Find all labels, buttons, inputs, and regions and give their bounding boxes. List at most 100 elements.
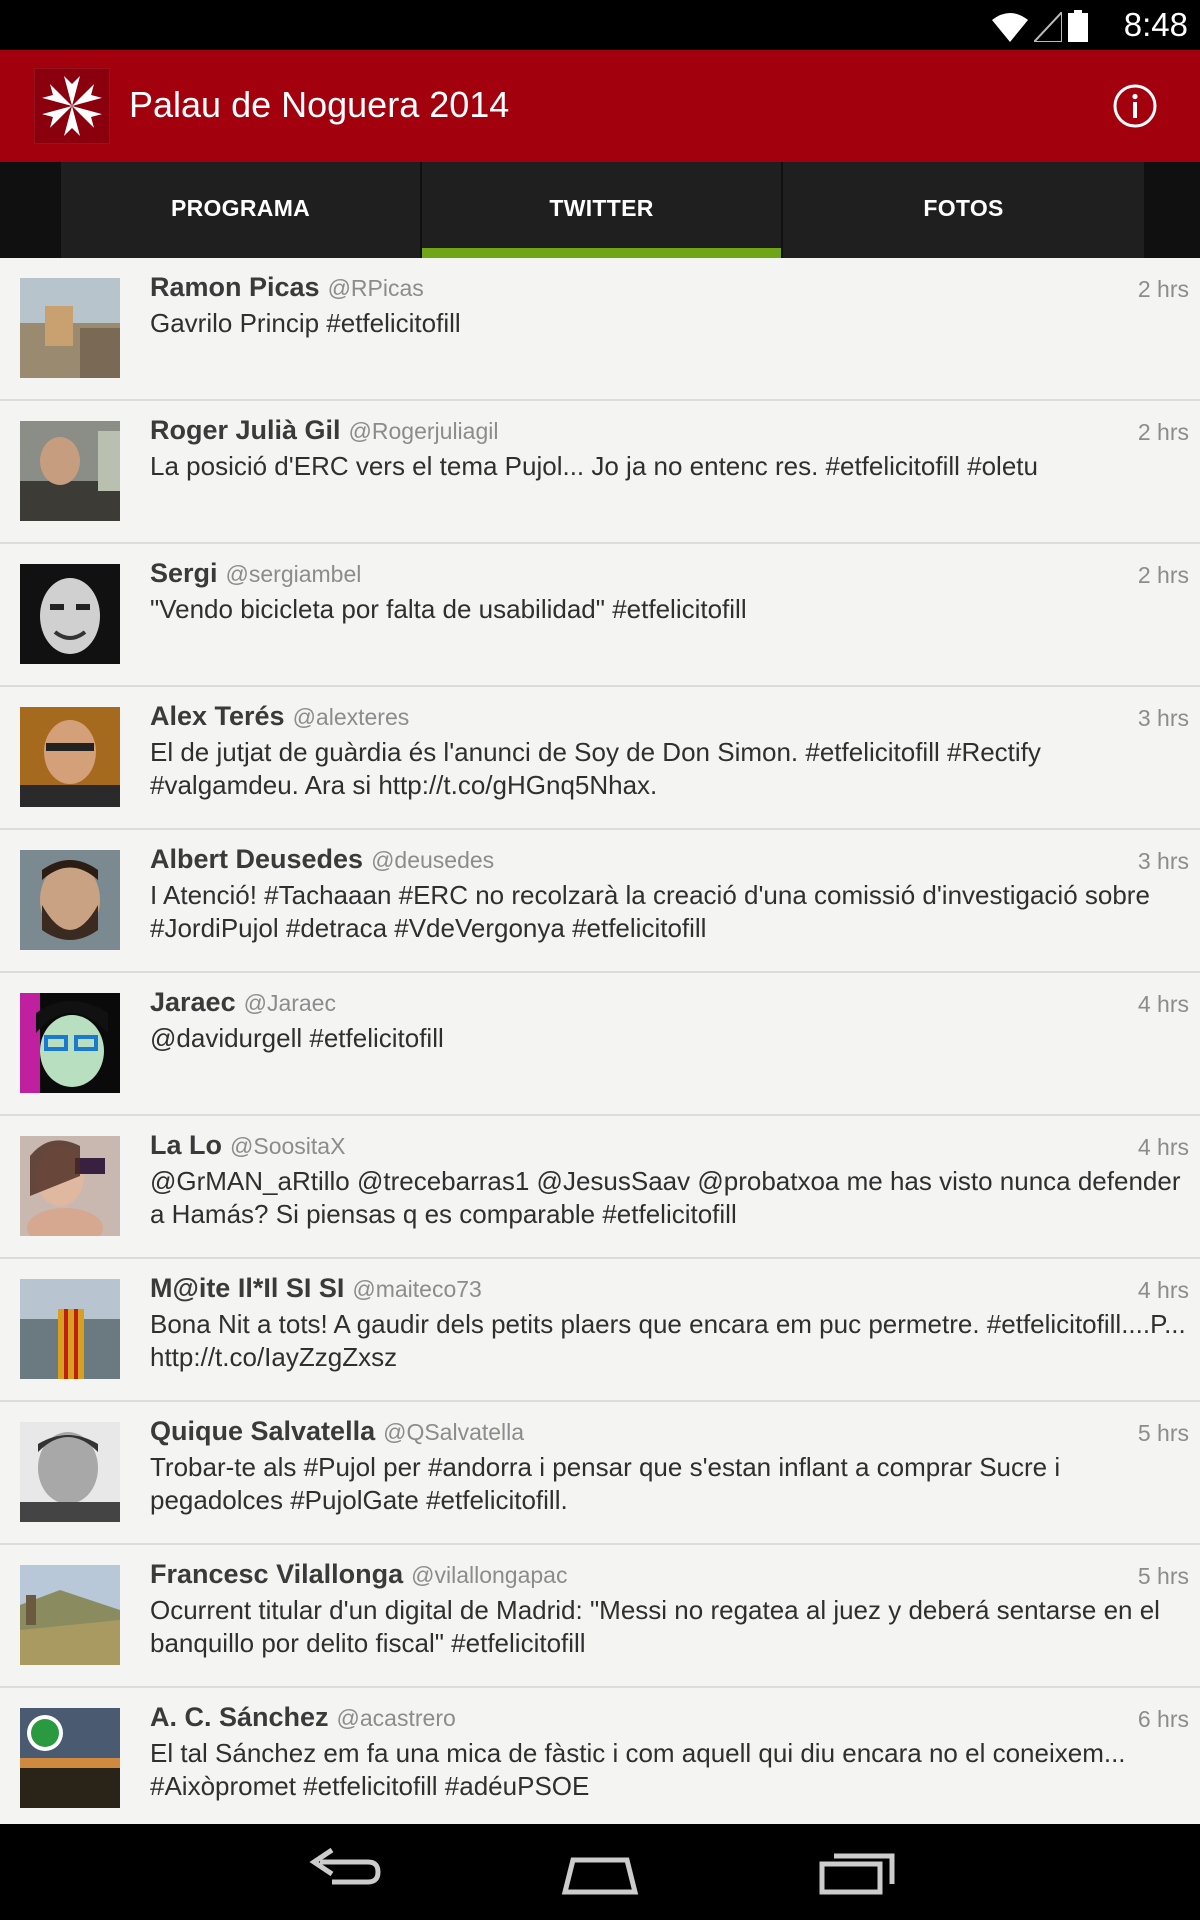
tweet-header: Francesc Vilallonga @vilallongapac [150, 1557, 567, 1596]
tweet-header: M@ite Il*Il SI SI @maiteco73 [150, 1271, 482, 1310]
tweet-time: 2 hrs [1137, 276, 1189, 302]
tweet-header: Sergi @sergiambel [150, 556, 361, 595]
tweet-time: 3 hrs [1137, 848, 1189, 874]
action-bar: Palau de Noguera 2014 [0, 50, 1200, 162]
tweet-time: 5 hrs [1137, 1420, 1189, 1446]
tweet-item[interactable]: Albert Deusedes @deusedes 3 hrs I Atenció… [0, 830, 1200, 973]
status-bar: 8:48 [0, 0, 1200, 50]
tweet-item[interactable]: Roger Julià Gil @Rogerjuliagil 2 hrs La p… [0, 401, 1200, 544]
tweet-header: La Lo @SoositaX [150, 1128, 345, 1167]
tweet-author-name[interactable]: La Lo [150, 1130, 222, 1160]
tweet-time: 4 hrs [1137, 1134, 1189, 1160]
tweet-time: 6 hrs [1137, 1706, 1189, 1732]
tweet-author-name[interactable]: Quique Salvatella [150, 1416, 375, 1446]
tweet-item[interactable]: M@ite Il*Il SI SI @maiteco73 4 hrs Bona N… [0, 1259, 1200, 1402]
avatar[interactable] [20, 993, 120, 1093]
tweet-header: Jaraec @Jaraec [150, 985, 336, 1024]
tweet-time: 4 hrs [1137, 991, 1189, 1017]
tweet-text: La posició d'ERC vers el tema Pujol... J… [150, 451, 1038, 481]
home-icon[interactable] [555, 1844, 645, 1900]
tweet-author-name[interactable]: Roger Julià Gil [150, 415, 341, 445]
tab-fotos[interactable]: FOTOS [783, 162, 1144, 258]
tweet-text: Trobar-te als #Pujol per #andorra i pens… [150, 1452, 1061, 1515]
signal-icon [1034, 12, 1062, 42]
tweet-handle: @acastrero [336, 1705, 456, 1731]
tweet-time: 2 hrs [1137, 419, 1189, 445]
app-title: Palau de Noguera 2014 [129, 84, 510, 125]
back-icon[interactable] [298, 1844, 388, 1900]
tweet-item[interactable]: Ramon Picas @RPicas 2 hrs Gavrilo Princip… [0, 258, 1200, 401]
tab-bar: PROGRAMA TWITTER FOTOS [0, 162, 1200, 258]
tweet-handle: @sergiambel [225, 561, 362, 587]
avatar[interactable] [20, 707, 120, 807]
tweet-item[interactable]: A. C. Sánchez @acastrero 6 hrs El tal Sán… [0, 1688, 1200, 1831]
tweet-item[interactable]: La Lo @SoositaX 4 hrs @GrMAN_aRtillo @tre… [0, 1116, 1200, 1259]
tab-label: FOTOS [923, 194, 1004, 221]
info-icon[interactable] [1112, 83, 1158, 129]
tweet-header: Quique Salvatella @QSalvatella [150, 1414, 524, 1453]
tweet-text: El de jutjat de guàrdia és l'anunci de S… [150, 737, 1041, 800]
tweet-text: "Vendo bicicleta por falta de usabilidad… [150, 594, 747, 624]
tweet-author-name[interactable]: Francesc Vilallonga [150, 1559, 403, 1589]
tweet-author-name[interactable]: Jaraec [150, 987, 236, 1017]
avatar[interactable] [20, 1565, 120, 1665]
tweet-item[interactable]: Quique Salvatella @QSalvatella 5 hrs Trob… [0, 1402, 1200, 1545]
tweet-author-name[interactable]: Ramon Picas [150, 272, 320, 302]
tweet-handle: @deusedes [371, 847, 495, 873]
avatar[interactable] [20, 278, 120, 378]
tweet-text: I Atenció! #Tachaaan #ERC no recolzarà l… [150, 880, 1150, 943]
tweet-text: @davidurgell #etfelicitofill [150, 1023, 444, 1053]
tweet-time: 2 hrs [1137, 562, 1189, 588]
tweet-header: Albert Deusedes @deusedes [150, 842, 494, 881]
tweet-text: El tal Sánchez em fa una mica de fàstic … [150, 1738, 1126, 1801]
maltese-cross-icon[interactable] [34, 68, 110, 144]
avatar[interactable] [20, 1136, 120, 1236]
tab-twitter[interactable]: TWITTER [422, 162, 783, 258]
tab-label: PROGRAMA [170, 194, 311, 221]
tweet-text: Bona Nit a tots! A gaudir dels petits pl… [150, 1309, 1186, 1372]
avatar[interactable] [20, 1279, 120, 1379]
tweet-header: Roger Julià Gil @Rogerjuliagil [150, 413, 498, 452]
tweet-item[interactable]: Francesc Vilallonga @vilallongapac 5 hrs … [0, 1545, 1200, 1688]
tweet-handle: @QSalvatella [383, 1419, 525, 1445]
tweet-text: Gavrilo Princip #etfelicitofill [150, 308, 461, 338]
battery-icon [1068, 10, 1088, 42]
navigation-bar [0, 1824, 1200, 1920]
selected-tab-indicator [422, 248, 781, 258]
avatar[interactable] [20, 850, 120, 950]
recents-icon[interactable] [812, 1844, 902, 1900]
tweet-author-name[interactable]: Albert Deusedes [150, 844, 363, 874]
avatar[interactable] [20, 421, 120, 521]
tweet-author-name[interactable]: Sergi [150, 558, 218, 588]
tweet-text: Ocurrent titular d'un digital de Madrid:… [150, 1595, 1160, 1658]
tab-programa[interactable]: PROGRAMA [61, 162, 422, 258]
tweet-author-name[interactable]: Alex Terés [150, 701, 285, 731]
status-icons [992, 8, 1088, 42]
tweet-handle: @SoositaX [230, 1133, 346, 1159]
tweet-header: A. C. Sánchez @acastrero [150, 1700, 456, 1739]
tweet-item[interactable]: Jaraec @Jaraec 4 hrs @davidurgell #etfeli… [0, 973, 1200, 1116]
tweet-header: Alex Terés @alexteres [150, 699, 409, 738]
tab-label: TWITTER [549, 194, 654, 221]
tweet-handle: @alexteres [292, 704, 410, 730]
avatar[interactable] [20, 564, 120, 664]
tweet-handle: @Jaraec [243, 990, 336, 1016]
tweet-handle: @maiteco73 [352, 1276, 482, 1302]
tweet-handle: @RPicas [327, 275, 424, 301]
tweet-author-name[interactable]: A. C. Sánchez [150, 1702, 329, 1732]
tweet-time: 4 hrs [1137, 1277, 1189, 1303]
avatar[interactable] [20, 1708, 120, 1808]
tweet-time: 5 hrs [1137, 1563, 1189, 1589]
tweet-time: 3 hrs [1137, 705, 1189, 731]
tweet-author-name[interactable]: M@ite Il*Il SI SI [150, 1273, 344, 1303]
tweet-text: @GrMAN_aRtillo @trecebarras1 @JesusSaav … [150, 1166, 1181, 1229]
tweet-item[interactable]: Sergi @sergiambel 2 hrs "Vendo bicicleta … [0, 544, 1200, 687]
tweet-header: Ramon Picas @RPicas [150, 270, 424, 309]
clock: 8:48 [1123, 6, 1188, 43]
tweet-item[interactable]: Alex Terés @alexteres 3 hrs El de jutjat … [0, 687, 1200, 830]
tweet-handle: @vilallongapac [411, 1562, 568, 1588]
tweet-handle: @Rogerjuliagil [348, 418, 499, 444]
wifi-icon [992, 13, 1028, 42]
avatar[interactable] [20, 1422, 120, 1522]
tweet-list: Ramon Picas @RPicas 2 hrs Gavrilo Princip… [0, 258, 1200, 1831]
